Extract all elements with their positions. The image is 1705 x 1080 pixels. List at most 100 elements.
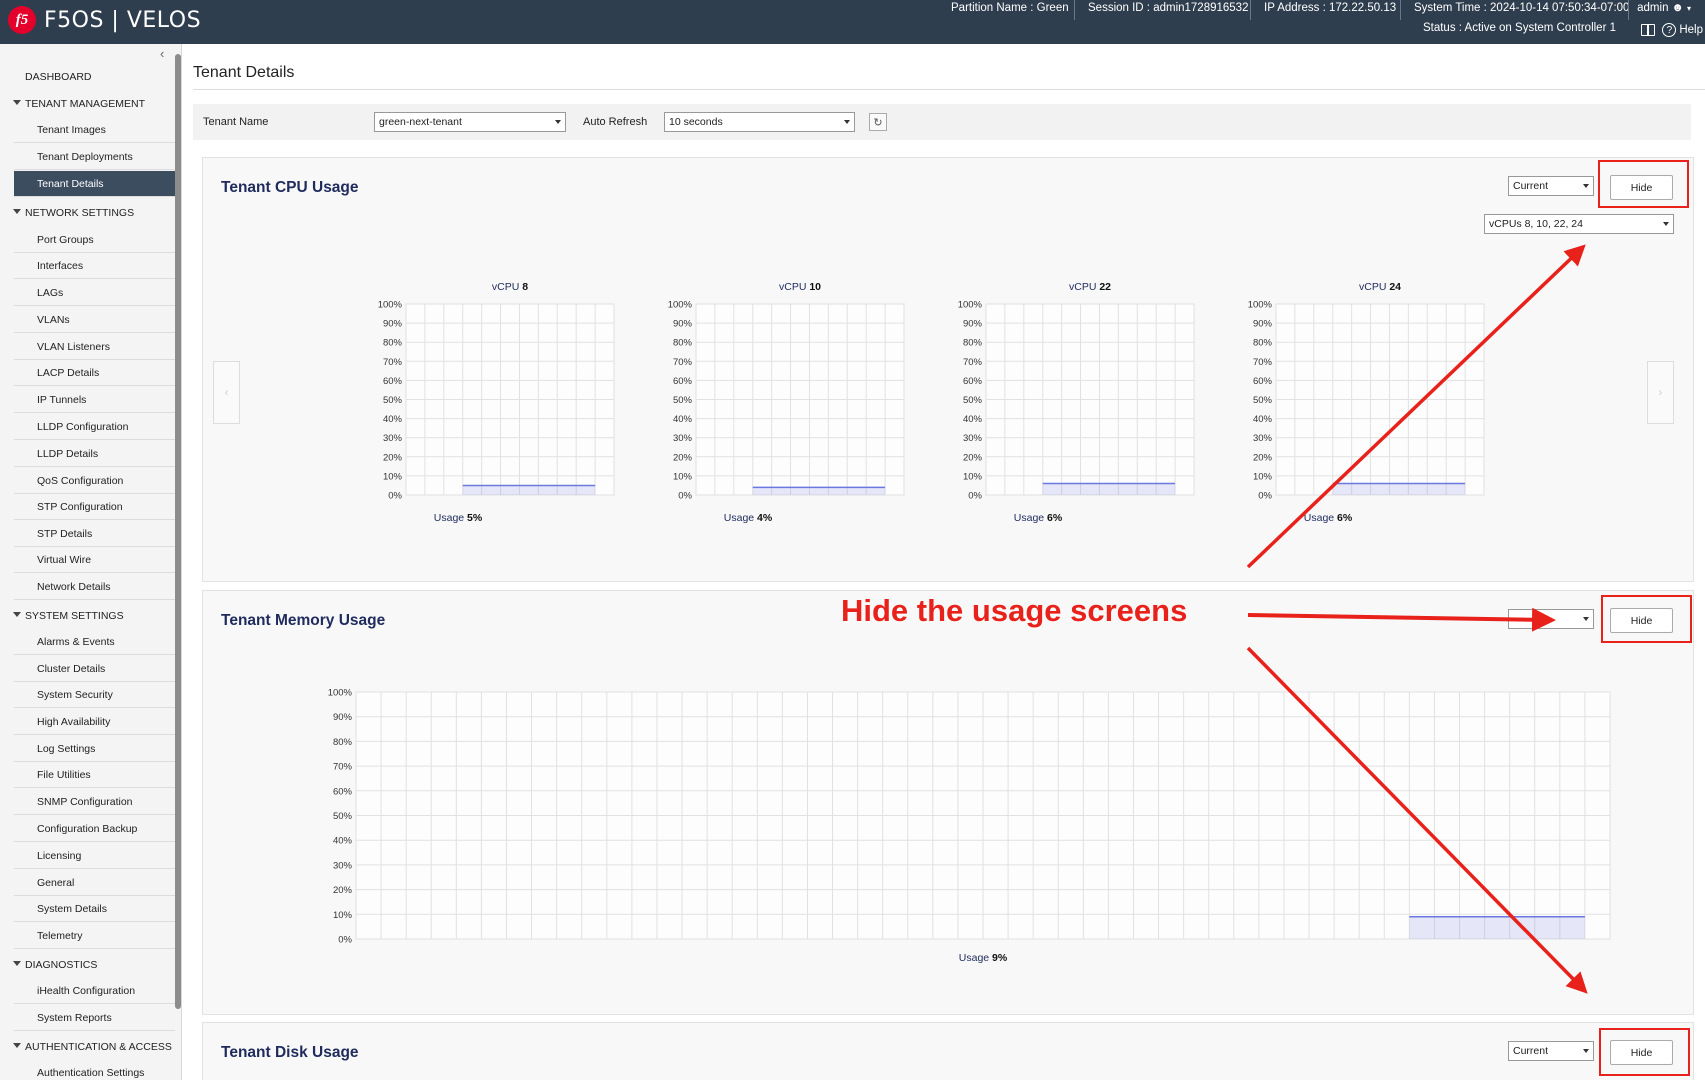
y-tick-label: 40%	[383, 414, 403, 425]
memory-period-select[interactable]	[1508, 609, 1594, 629]
y-tick-label: 30%	[383, 433, 403, 444]
y-tick-label: 40%	[963, 414, 983, 425]
section-label: NETWORK SETTINGS	[25, 207, 135, 219]
brand[interactable]: f5 F5OS | VELOS	[8, 6, 201, 34]
vcpu-24-chart: 100% 90% 80% 70% 60% 50% 40% 30% 20% 10% 0% vCPU 24…	[1248, 281, 1485, 524]
usage-area	[1409, 916, 1585, 939]
next-chart-button[interactable]: ›	[1647, 361, 1674, 424]
sidebar-item-port-groups[interactable]: Port Groups	[14, 227, 175, 253]
cpu-panel-title: Tenant CPU Usage	[221, 179, 359, 196]
sidebar-item-tenant-deployments[interactable]: Tenant Deployments	[14, 144, 175, 170]
sidebar-item-interfaces[interactable]: Interfaces	[14, 253, 175, 279]
chevron-down-icon	[844, 120, 850, 124]
sidebar-item-general[interactable]: General	[14, 870, 175, 896]
sidebar-item-lacp-details[interactable]: LACP Details	[14, 360, 175, 386]
sidebar-item-qos-configuration[interactable]: QoS Configuration	[14, 468, 175, 494]
sidebar-item-stp-configuration[interactable]: STP Configuration	[14, 494, 175, 520]
sidebar-section-network-settings[interactable]: NETWORK SETTINGS	[12, 200, 173, 226]
sidebar-item-system-security[interactable]: System Security	[14, 682, 175, 708]
sidebar-item-system-details[interactable]: System Details	[14, 896, 175, 922]
sidebar-section-system-settings[interactable]: SYSTEM SETTINGS	[12, 603, 173, 629]
user-menu[interactable]: admin ☻ ▾	[1637, 2, 1691, 14]
y-tick-label: 50%	[383, 395, 403, 406]
sidebar-item-tenant-details[interactable]: Tenant Details	[14, 171, 175, 197]
sidebar-item-system-reports[interactable]: System Reports	[14, 1005, 175, 1031]
sidebar-item-configuration-backup[interactable]: Configuration Backup	[14, 816, 175, 842]
sidebar-item-alarms-events[interactable]: Alarms & Events	[14, 629, 175, 655]
vcpu-8-chart: 100% 90% 80% 70% 60% 50% 40% 30% 20% 10% 0% vCPU 8 U…	[378, 281, 615, 524]
sidebar-item-dashboard[interactable]: DASHBOARD	[14, 64, 175, 90]
y-tick-label: 50%	[963, 395, 983, 406]
chart-label: vCPU 22	[1069, 281, 1111, 293]
chart-label: vCPU 8	[492, 281, 528, 293]
sidebar-item-tenant-images[interactable]: Tenant Images	[14, 117, 175, 143]
sidebar-item-file-utilities[interactable]: File Utilities	[14, 762, 175, 788]
tenant-name-select[interactable]: green-next-tenant	[374, 112, 566, 132]
sidebar-section-authentication-access[interactable]: AUTHENTICATION & ACCESS	[12, 1034, 173, 1060]
y-tick-label: 10%	[963, 471, 983, 482]
collapse-sidebar-icon[interactable]: ‹	[160, 46, 164, 61]
y-tick-label: 30%	[333, 860, 353, 871]
sidebar-item-vlans[interactable]: VLANs	[14, 307, 175, 333]
sidebar-item-telemetry[interactable]: Telemetry	[14, 923, 175, 949]
disk-period-select[interactable]: Current	[1508, 1041, 1594, 1061]
y-tick-label: 60%	[673, 376, 693, 387]
sidebar-item-lldp-configuration[interactable]: LLDP Configuration	[14, 414, 175, 440]
sidebar-item-high-availability[interactable]: High Availability	[14, 709, 175, 735]
book-icon[interactable]	[1641, 24, 1655, 36]
session-id: Session ID : admin1728916532	[1088, 2, 1249, 14]
usage-area	[462, 485, 596, 495]
y-tick-label: 80%	[333, 737, 353, 748]
vcpu-select[interactable]: vCPUs 8, 10, 22, 24	[1484, 214, 1674, 234]
y-tick-label: 0%	[968, 491, 982, 502]
system-time: System Time : 2024-10-14 07:50:34-07:00	[1414, 2, 1630, 14]
section-label: AUTHENTICATION & ACCESS	[25, 1041, 172, 1053]
highlight-box	[1601, 595, 1692, 643]
sidebar-item-ihealth-configuration[interactable]: iHealth Configuration	[14, 978, 175, 1004]
prev-chart-button[interactable]: ‹	[213, 361, 240, 424]
title-divider	[193, 89, 1705, 90]
y-tick-label: 70%	[673, 357, 693, 368]
cpu-period-select[interactable]: Current	[1508, 176, 1594, 196]
app-title: F5OS | VELOS	[44, 7, 202, 33]
sidebar-scrollbar[interactable]	[175, 54, 181, 1009]
y-tick-label: 100%	[328, 688, 353, 699]
sidebar-item-log-settings[interactable]: Log Settings	[14, 736, 175, 762]
usage-area	[1332, 483, 1466, 495]
sidebar-item-lags[interactable]: LAGs	[14, 280, 175, 306]
auto-refresh-value: 10 seconds	[669, 116, 723, 128]
help-link[interactable]: ? Help	[1662, 23, 1703, 37]
sidebar-item-ip-tunnels[interactable]: IP Tunnels	[14, 387, 175, 413]
chevron-down-icon	[1583, 1049, 1589, 1053]
sidebar-item-vlan-listeners[interactable]: VLAN Listeners	[14, 334, 175, 360]
user-name: admin	[1637, 2, 1669, 14]
sidebar-section-diagnostics[interactable]: DIAGNOSTICS	[12, 952, 173, 978]
caret-down-icon	[13, 961, 21, 966]
sidebar-item-lldp-details[interactable]: LLDP Details	[14, 441, 175, 467]
y-tick-label: 20%	[963, 452, 983, 463]
help-label: Help	[1679, 24, 1703, 36]
y-tick-label: 20%	[383, 452, 403, 463]
refresh-icon[interactable]: ↻	[869, 113, 887, 131]
y-tick-label: 60%	[1253, 376, 1273, 387]
disk-usage-panel: Tenant Disk Usage Current Hide	[202, 1022, 1694, 1080]
section-label: DIAGNOSTICS	[25, 959, 98, 971]
header-divider	[1400, 0, 1401, 20]
sidebar-item-stp-details[interactable]: STP Details	[14, 521, 175, 547]
y-tick-label: 60%	[963, 376, 983, 387]
y-tick-label: 0%	[1258, 491, 1272, 502]
sidebar-section-tenant-management[interactable]: TENANT MANAGEMENT	[12, 91, 173, 117]
disk-panel-title: Tenant Disk Usage	[221, 1044, 359, 1061]
sidebar-item-licensing[interactable]: Licensing	[14, 843, 175, 869]
sidebar-item-snmp-configuration[interactable]: SNMP Configuration	[14, 789, 175, 815]
sidebar-item-virtual-wire[interactable]: Virtual Wire	[14, 547, 175, 573]
sidebar-item-network-details[interactable]: Network Details	[14, 574, 175, 600]
sidebar-item-authentication-settings[interactable]: Authentication Settings	[14, 1060, 175, 1080]
disk-period-value: Current	[1513, 1045, 1549, 1057]
y-tick-label: 100%	[378, 300, 403, 311]
auto-refresh-select[interactable]: 10 seconds	[664, 112, 855, 132]
chevron-left-icon: ‹	[224, 386, 229, 399]
sidebar-item-cluster-details[interactable]: Cluster Details	[14, 656, 175, 682]
header-divider	[1250, 0, 1251, 20]
y-tick-label: 30%	[1253, 433, 1273, 444]
